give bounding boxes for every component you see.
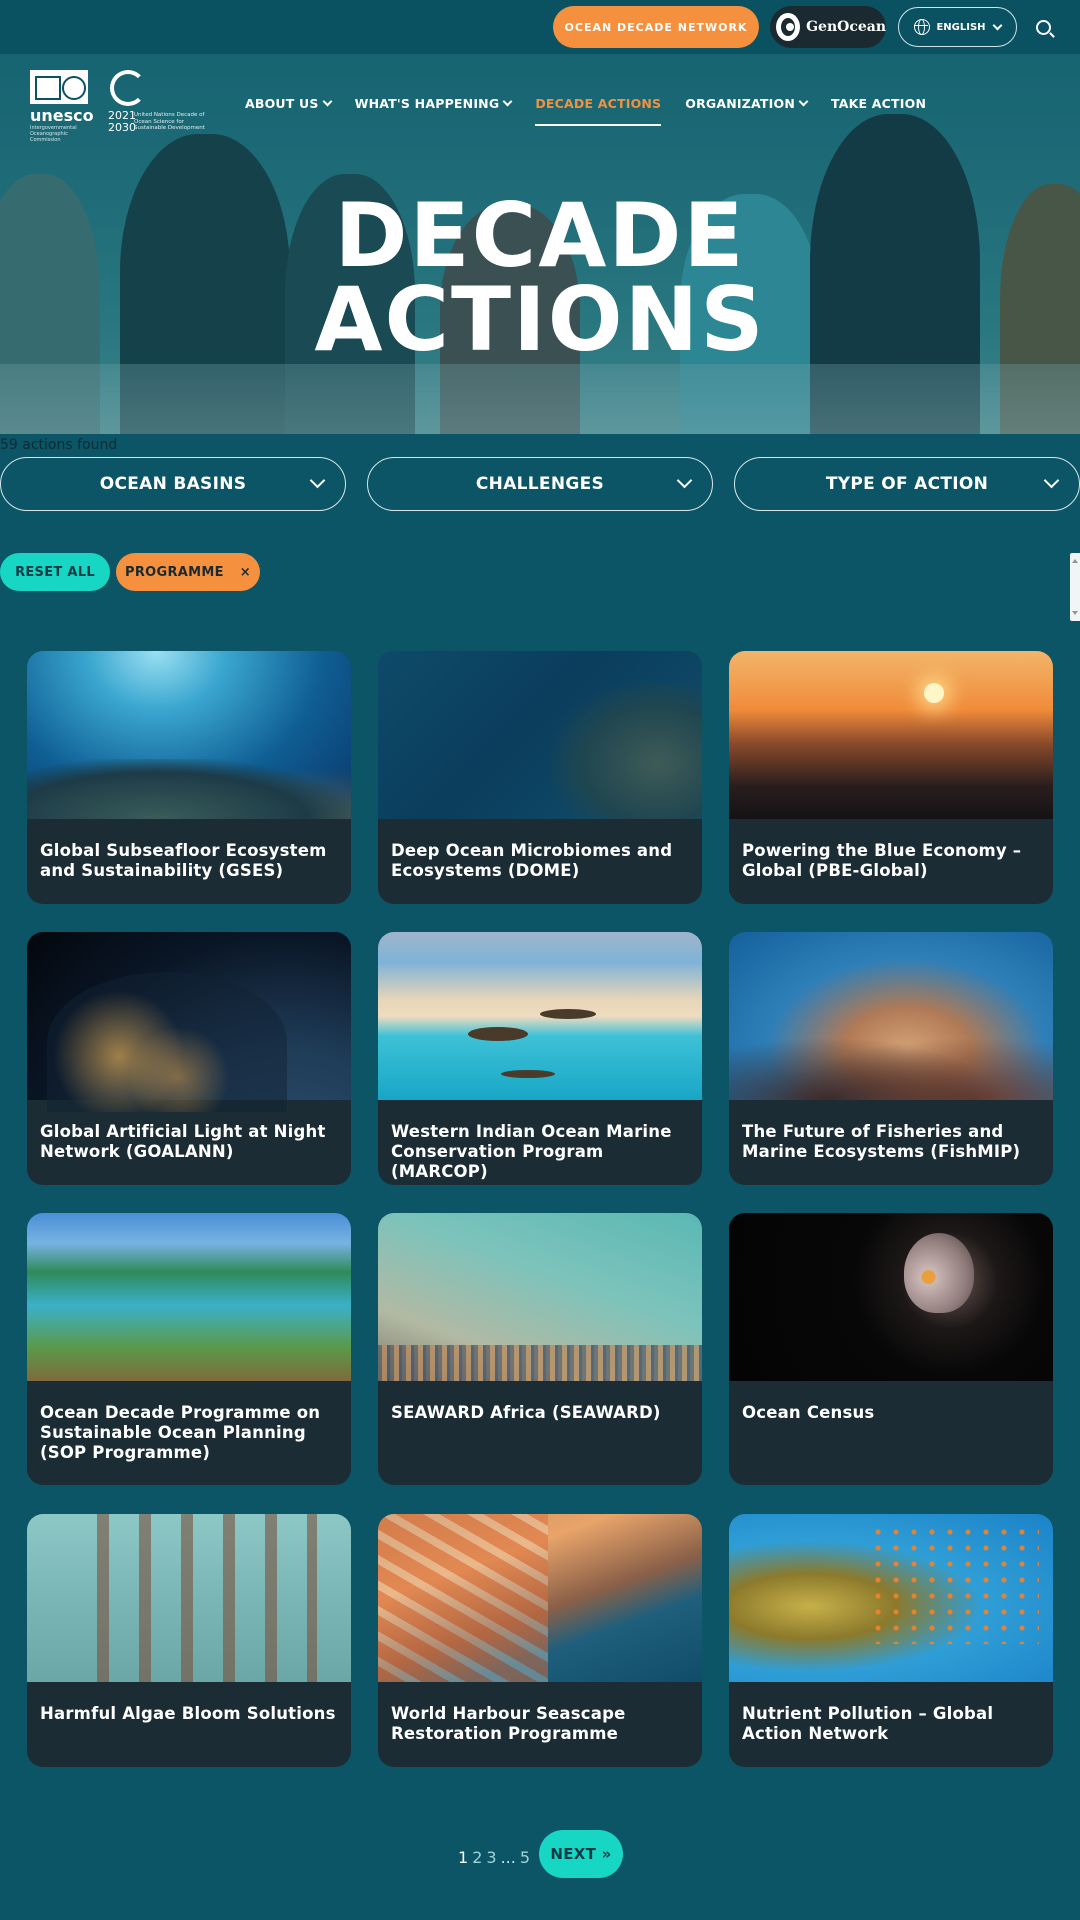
- ocean-decade-logo[interactable]: 2021 2030 United Nations Decade of Ocean…: [108, 70, 218, 134]
- action-card[interactable]: Nutrient Pollution – Global Action Netwo…: [729, 1514, 1053, 1767]
- card-image: [378, 1213, 702, 1381]
- action-card[interactable]: Global Artificial Light at Night Network…: [27, 932, 351, 1185]
- globe-icon: [914, 19, 931, 35]
- filter-label: CHALLENGES: [475, 474, 605, 494]
- card-image: [729, 1213, 1053, 1381]
- card-title: World Harbour Seascape Restoration Progr…: [391, 1704, 626, 1743]
- card-title: Global Artificial Light at Night Network…: [40, 1122, 326, 1161]
- card-image: [27, 651, 351, 819]
- filter-label: TYPE OF ACTION: [825, 474, 989, 494]
- main-nav: ABOUT US WHAT'S HAPPENING DECADE ACTIONS…: [245, 93, 926, 126]
- scrollbar[interactable]: [1070, 553, 1080, 621]
- nav-item-label: ORGANIZATION: [685, 95, 795, 111]
- nav-item-decade-actions[interactable]: DECADE ACTIONS: [535, 93, 662, 126]
- reset-all-button[interactable]: RESET ALL: [0, 553, 110, 591]
- unesco-logo[interactable]: unesco Intergovernmental Oceanographic C…: [30, 70, 94, 143]
- nav-item-label: TAKE ACTION: [831, 95, 927, 111]
- search-icon[interactable]: [1036, 20, 1051, 35]
- nav-item-organization[interactable]: ORGANIZATION: [685, 93, 809, 113]
- card-image: [378, 1514, 702, 1682]
- ocean-decade-network-button[interactable]: OCEAN DECADE NETWORK: [553, 6, 759, 48]
- card-title: Western Indian Ocean Marine Conservation…: [391, 1122, 672, 1181]
- page-numbers: 1 2 3 ... 5: [458, 1842, 530, 1872]
- card-title: Powering the Blue Economy – Global (PBE-…: [742, 841, 1022, 880]
- next-page-button[interactable]: NEXT »: [539, 1830, 623, 1878]
- card-image: [729, 932, 1053, 1100]
- filter-challenges[interactable]: CHALLENGES: [367, 457, 713, 511]
- filter-ocean-basins[interactable]: OCEAN BASINS: [0, 457, 346, 511]
- page-link[interactable]: 2: [472, 1848, 482, 1867]
- card-title: Nutrient Pollution – Global Action Netwo…: [742, 1704, 994, 1743]
- card-image: [27, 932, 351, 1112]
- language-selector[interactable]: ENGLISH: [898, 7, 1017, 47]
- chevron-down-icon: [992, 20, 1002, 30]
- active-filter-tag[interactable]: PROGRAMME ×: [116, 553, 260, 591]
- active-filter-label: PROGRAMME: [125, 564, 224, 580]
- card-image: [378, 932, 702, 1100]
- chevron-down-icon: [1043, 472, 1060, 489]
- genocean-button[interactable]: GenOcean: [770, 6, 886, 48]
- decade-tagline: United Nations Decade of Ocean Science f…: [134, 112, 205, 131]
- card-image: [729, 651, 1053, 819]
- chevron-down-icon: [322, 96, 333, 106]
- unesco-wordmark: unesco: [30, 106, 94, 125]
- pagination: 1 2 3 ... 5 NEXT »: [0, 1830, 1080, 1878]
- action-card[interactable]: The Future of Fisheries and Marine Ecosy…: [729, 932, 1053, 1185]
- filter-type-of-action[interactable]: TYPE OF ACTION: [734, 457, 1080, 511]
- top-bar: OCEAN DECADE NETWORK GenOcean ENGLISH: [0, 0, 1080, 54]
- page-link-last[interactable]: 5: [520, 1848, 530, 1867]
- ioc-caption: Intergovernmental Oceanographic Commissi…: [30, 125, 77, 143]
- card-image: [27, 1213, 351, 1381]
- action-card[interactable]: SEAWARD Africa (SEAWARD): [378, 1213, 702, 1485]
- action-card[interactable]: Ocean Census: [729, 1213, 1053, 1485]
- card-title: Ocean Decade Programme on Sustainable Oc…: [40, 1403, 321, 1462]
- page-title: DECADE ACTIONS: [0, 184, 1080, 371]
- chevron-down-icon: [798, 96, 809, 106]
- nav-item-label: ABOUT US: [245, 95, 319, 111]
- nav-item-about-us[interactable]: ABOUT US: [245, 93, 333, 113]
- card-title: The Future of Fisheries and Marine Ecosy…: [742, 1122, 1021, 1161]
- page-current: 1: [458, 1847, 469, 1867]
- action-card[interactable]: Global Subseafloor Ecosystem and Sustain…: [27, 651, 351, 904]
- genocean-logo-icon: [776, 13, 801, 41]
- chevron-down-icon: [502, 96, 513, 106]
- chevron-down-icon: [309, 472, 326, 489]
- ocean-decade-wave-icon: [110, 70, 146, 106]
- filter-label: OCEAN BASINS: [99, 474, 247, 494]
- action-card[interactable]: Western Indian Ocean Marine Conservation…: [378, 932, 702, 1185]
- page-link[interactable]: 3: [486, 1848, 496, 1867]
- card-image: [27, 1514, 351, 1682]
- page-ellipsis: ...: [500, 1847, 516, 1867]
- page-title-line: DECADE: [334, 184, 746, 287]
- nav-item-take-action[interactable]: TAKE ACTION: [831, 93, 926, 113]
- action-card[interactable]: Deep Ocean Microbiomes and Ecosystems (D…: [378, 651, 702, 904]
- nav-item-whats-happening[interactable]: WHAT'S HAPPENING: [354, 93, 513, 113]
- action-card[interactable]: Ocean Decade Programme on Sustainable Oc…: [27, 1213, 351, 1485]
- action-card[interactable]: World Harbour Seascape Restoration Progr…: [378, 1514, 702, 1767]
- results-count: 59 actions found: [0, 437, 118, 453]
- card-title: Ocean Census: [742, 1403, 875, 1422]
- genocean-label: GenOcean: [806, 19, 886, 35]
- nav-item-label: WHAT'S HAPPENING: [354, 95, 500, 111]
- nav-item-label: DECADE ACTIONS: [535, 95, 662, 111]
- card-title: SEAWARD Africa (SEAWARD): [391, 1403, 661, 1422]
- close-icon[interactable]: ×: [240, 565, 251, 580]
- card-title: Harmful Algae Bloom Solutions: [40, 1704, 336, 1723]
- card-image: [729, 1514, 1053, 1682]
- card-title: Global Subseafloor Ecosystem and Sustain…: [40, 841, 327, 880]
- page-title-line: ACTIONS: [314, 268, 766, 371]
- chevron-down-icon: [676, 472, 693, 489]
- unesco-temple-icon: [30, 70, 88, 104]
- language-label: ENGLISH: [936, 21, 986, 33]
- card-title: Deep Ocean Microbiomes and Ecosystems (D…: [391, 841, 673, 880]
- card-image: [378, 651, 702, 819]
- action-card[interactable]: Powering the Blue Economy – Global (PBE-…: [729, 651, 1053, 904]
- action-card[interactable]: Harmful Algae Bloom Solutions: [27, 1514, 351, 1767]
